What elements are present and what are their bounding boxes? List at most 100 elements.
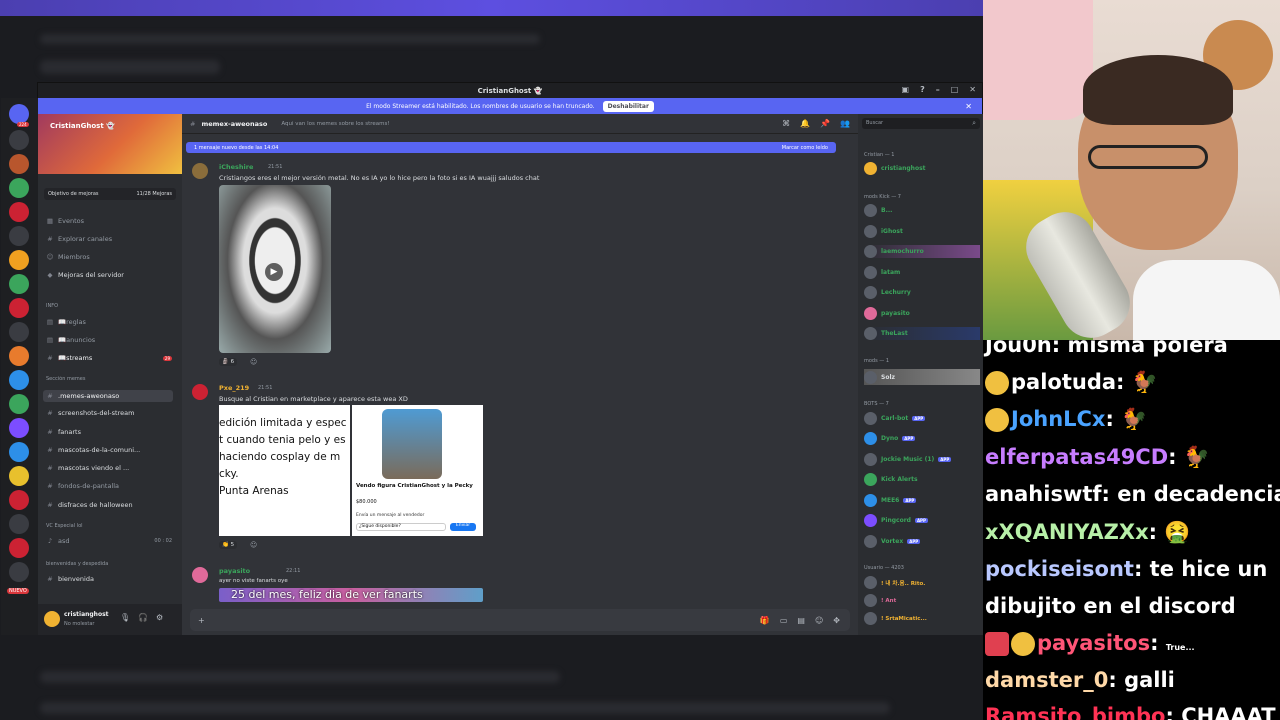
- member-item[interactable]: B...: [864, 204, 980, 217]
- settings-icon[interactable]: ⚙: [156, 613, 163, 622]
- user-avatar[interactable]: [44, 611, 60, 627]
- member-item[interactable]: Solz: [864, 369, 980, 385]
- marketplace-screenshot-text[interactable]: edición limitada y espec t cuando tenia …: [219, 405, 350, 536]
- voice-channel-asd[interactable]: ♪ asd 00 : 02: [46, 537, 176, 545]
- server-icon[interactable]: [9, 562, 29, 582]
- threads-icon[interactable]: ⌘: [782, 119, 790, 128]
- member-item[interactable]: Lechurry: [864, 286, 980, 299]
- channel-disfraces[interactable]: # disfraces de halloween: [46, 501, 176, 509]
- new-messages-bar[interactable]: 1 mensaje nuevo desde las 14:04 Marcar c…: [186, 142, 836, 153]
- member-item[interactable]: Jockie Music (1) APP: [864, 453, 980, 466]
- search-input[interactable]: Buscar: [862, 118, 980, 129]
- nav-events[interactable]: ▦ Eventos: [46, 217, 176, 225]
- server-icon[interactable]: [9, 202, 29, 222]
- message-author[interactable]: iCheshire: [219, 163, 253, 171]
- message-author[interactable]: payasito: [219, 567, 250, 575]
- message-composer[interactable]: + 🎁 ▭ ▤ ☺ ✥: [190, 609, 850, 631]
- server-icon[interactable]: [9, 538, 29, 558]
- channel-bienvenida[interactable]: # bienvenida: [46, 575, 176, 583]
- member-item[interactable]: Pingcord APP: [864, 514, 980, 527]
- gif-icon[interactable]: ▭: [780, 616, 788, 625]
- member-item[interactable]: ! SrtaMicatic...: [864, 612, 980, 625]
- minimize-icon[interactable]: –: [936, 85, 940, 94]
- member-item[interactable]: ! Ant: [864, 594, 980, 607]
- message-avatar[interactable]: [192, 567, 208, 583]
- category-info[interactable]: INFO: [46, 303, 176, 309]
- add-reaction-icon[interactable]: ☺: [250, 358, 257, 366]
- server-icon[interactable]: [9, 442, 29, 462]
- channel-fondos[interactable]: # fondos-de-pantalla: [46, 482, 176, 490]
- member-item[interactable]: Kick Alerts: [864, 473, 980, 486]
- server-banner[interactable]: CristianGhost 👻: [38, 114, 182, 174]
- headphones-icon[interactable]: 🎧: [138, 613, 148, 622]
- server-icon[interactable]: [9, 274, 29, 294]
- channel-memes-aweonaso[interactable]: # .memes-aweonaso: [43, 390, 173, 402]
- server-icon[interactable]: [9, 154, 29, 174]
- message-avatar[interactable]: [192, 163, 208, 179]
- nav-server-boosts[interactable]: ◆ Mejoras del servidor: [46, 271, 176, 279]
- search-icon[interactable]: ⌕: [972, 119, 976, 128]
- notification-icon[interactable]: 🔔: [800, 119, 810, 128]
- sticker-icon[interactable]: ▤: [797, 616, 805, 625]
- category-vc[interactable]: VC Especial lol: [46, 523, 176, 529]
- server-icon[interactable]: [9, 418, 29, 438]
- add-reaction-icon[interactable]: ☺: [250, 541, 257, 549]
- home-icon[interactable]: [9, 104, 29, 124]
- server-icon[interactable]: [9, 250, 29, 270]
- channel-screenshots[interactable]: # screenshots-del-stream: [46, 409, 176, 417]
- microphone-icon[interactable]: 🎙: [120, 613, 130, 622]
- nav-members[interactable]: ☺ Miembros: [46, 253, 176, 261]
- message-avatar[interactable]: [192, 384, 208, 400]
- channel-mascotas-comunidad[interactable]: # mascotas-de-la-comuni...: [46, 446, 176, 454]
- inbox-icon[interactable]: ▣: [902, 85, 910, 94]
- server-icon[interactable]: [9, 346, 29, 366]
- server-icon[interactable]: [9, 178, 29, 198]
- listing-message-input[interactable]: ¿Sigue disponible?: [356, 523, 446, 531]
- maximize-icon[interactable]: □: [951, 85, 959, 94]
- close-banner-icon[interactable]: ✕: [965, 102, 972, 111]
- member-item[interactable]: cristianghost: [864, 162, 980, 175]
- mark-as-read-button[interactable]: Marcar como leído: [782, 145, 828, 151]
- member-item[interactable]: MEE6 APP: [864, 494, 980, 507]
- server-icon[interactable]: [9, 490, 29, 510]
- member-item[interactable]: laemochurro: [864, 245, 980, 258]
- server-icon[interactable]: [9, 322, 29, 342]
- member-list-icon[interactable]: 👥: [840, 119, 850, 128]
- add-attachment-icon[interactable]: +: [198, 616, 205, 625]
- member-item[interactable]: Vortex APP: [864, 535, 980, 548]
- channel-anuncios[interactable]: ▤ 📖anuncios: [46, 336, 176, 344]
- server-icon[interactable]: [9, 226, 29, 246]
- server-icon[interactable]: [9, 394, 29, 414]
- close-icon[interactable]: ✕: [969, 85, 976, 94]
- listing-send-button[interactable]: Enviar: [450, 523, 476, 531]
- help-icon[interactable]: ?: [920, 85, 925, 94]
- member-item[interactable]: TheLast: [864, 327, 980, 340]
- metal-facepaint-image[interactable]: ▶: [219, 185, 331, 353]
- server-icon[interactable]: [9, 370, 29, 390]
- fanart-image[interactable]: 25 del mes, feliz dia de ver fanarts: [219, 588, 483, 602]
- server-icon[interactable]: [9, 298, 29, 318]
- category-bienvenidas[interactable]: bienvenidas y despedida: [46, 561, 176, 567]
- gift-icon[interactable]: 🎁: [760, 616, 770, 625]
- boost-progress[interactable]: Objetivo de mejoras 11/28 Mejoras: [44, 188, 176, 200]
- member-item[interactable]: iGhost: [864, 225, 980, 238]
- member-item[interactable]: ! 내 차.음.. Rito.: [864, 576, 980, 589]
- message-author[interactable]: Pxe_219: [219, 384, 249, 392]
- member-item[interactable]: latam: [864, 266, 980, 279]
- category-memes[interactable]: Sección memes: [46, 376, 176, 382]
- emoji-icon[interactable]: ☺: [815, 616, 823, 625]
- channel-mascotas-viendo[interactable]: # mascotas viendo el ...: [46, 464, 176, 472]
- channel-streams[interactable]: # 📖streams 29: [46, 354, 176, 362]
- nav-browse-channels[interactable]: # Explorar canales: [46, 235, 176, 243]
- member-item[interactable]: Dyno APP: [864, 432, 980, 445]
- reaction[interactable]: 🗿 6: [219, 358, 238, 366]
- server-icon[interactable]: [9, 514, 29, 534]
- server-icon[interactable]: [9, 466, 29, 486]
- channel-fanarts[interactable]: # fanarts: [46, 428, 176, 436]
- channel-reglas[interactable]: ▤ 📖reglas: [46, 318, 176, 326]
- pin-icon[interactable]: 📌: [820, 119, 830, 128]
- reaction[interactable]: 👏 5: [219, 541, 238, 549]
- server-icon[interactable]: [9, 130, 29, 150]
- member-item[interactable]: Carl-bot APP: [864, 412, 980, 425]
- apps-icon[interactable]: ✥: [833, 616, 840, 625]
